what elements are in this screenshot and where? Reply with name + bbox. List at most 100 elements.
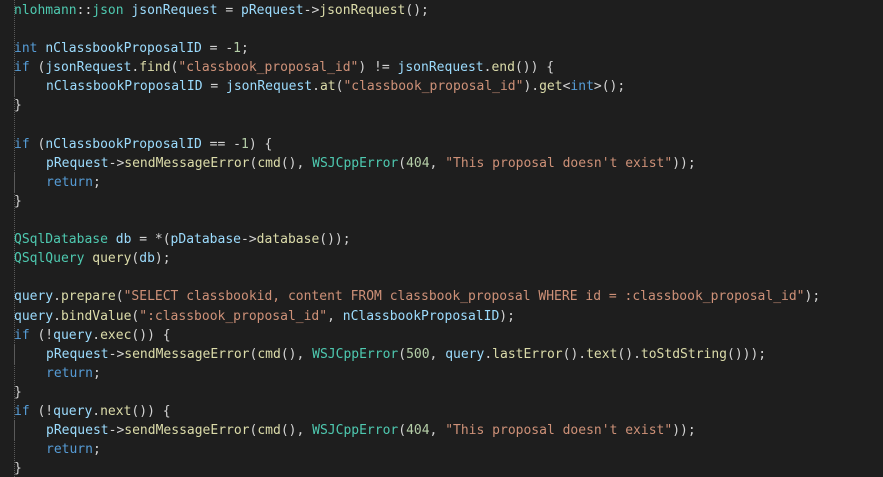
- code-line[interactable]: [14, 268, 883, 287]
- punctuation-token: = *(: [131, 232, 171, 248]
- code-line[interactable]: return;: [14, 440, 883, 460]
- identifier-token: pRequest: [46, 423, 109, 439]
- function-token: cmd: [257, 155, 281, 171]
- function-token: toStdString: [640, 346, 727, 362]
- identifier-token: nClassbookProposalID: [46, 79, 203, 95]
- punctuation-token: ,: [429, 346, 446, 362]
- punctuation-token: .: [53, 289, 61, 305]
- punctuation-token: ();: [405, 3, 429, 18]
- punctuation-token: ) {: [248, 136, 273, 152]
- identifier-token: nClassbookProposalID: [45, 41, 202, 57]
- punctuation-token: (: [29, 60, 46, 76]
- function-token: at: [319, 79, 336, 95]
- function-token: query: [92, 251, 132, 267]
- keyword-token: if: [14, 60, 30, 76]
- code-line[interactable]: if (!query.next()) {: [14, 402, 883, 421]
- keyword-token: int: [570, 79, 594, 95]
- punctuation-token: }: [14, 193, 22, 209]
- identifier-token: jsonRequest: [45, 60, 132, 76]
- code-line[interactable]: pRequest->sendMessageError (cmd(), WSJCpp…: [14, 344, 883, 364]
- punctuation-token: }: [14, 384, 22, 400]
- string-token: "SELECT classbookid, content FROM classb…: [123, 289, 805, 305]
- indent-marker: [14, 77, 46, 97]
- string-token: "classbook_proposal_id": [178, 60, 359, 76]
- type-token: QSqlDatabase: [14, 232, 108, 248]
- indent-marker: [14, 421, 46, 441]
- code-line[interactable]: if (!query.exec()) {: [14, 326, 883, 345]
- punctuation-token: .: [92, 403, 101, 419]
- function-token: end: [491, 60, 515, 76]
- punctuation-token: ->: [108, 423, 125, 439]
- code-line[interactable]: }: [14, 192, 883, 211]
- code-line[interactable]: int nClassbookProposalID = -1;: [14, 39, 883, 58]
- punctuation-token: ,: [429, 155, 446, 171]
- indent-marker: [14, 153, 46, 173]
- punctuation-token: ;: [92, 174, 101, 190]
- code-line[interactable]: query.bindValue(":classbook_proposal_id"…: [14, 307, 883, 326]
- code-line[interactable]: }: [14, 96, 883, 115]
- string-token: "This proposal doesn't exist": [445, 423, 673, 439]
- punctuation-token: .: [53, 308, 61, 324]
- punctuation-token: (),: [280, 346, 313, 362]
- code-line[interactable]: }: [14, 459, 883, 477]
- punctuation-token: ).: [523, 79, 540, 95]
- punctuation-token: (: [398, 423, 407, 439]
- punctuation-token: [108, 232, 116, 247]
- punctuation-token: (!: [29, 327, 54, 343]
- string-token: ":classbook_proposal_id": [139, 308, 328, 324]
- punctuation-token: .: [92, 327, 101, 343]
- identifier-token: query: [14, 308, 54, 324]
- keyword-token: if: [14, 403, 30, 419]
- code-line[interactable]: QSqlDatabase db = *(pDatabase->database(…: [14, 230, 883, 249]
- function-token: exec: [100, 327, 132, 343]
- identifier-token: nClassbookProposalID: [45, 136, 202, 152]
- identifier-token: query: [14, 289, 54, 305]
- identifier-token: jsonRequest: [397, 60, 484, 76]
- code-line[interactable]: }: [14, 383, 883, 402]
- function-token: sendMessageError: [124, 346, 250, 362]
- code-line[interactable]: pRequest->sendMessageError (cmd(), WSJCpp…: [14, 153, 883, 173]
- code-line[interactable]: if (nClassbookProposalID == -1) {: [14, 135, 883, 154]
- keyword-token: return: [46, 365, 93, 381]
- code-line[interactable]: QSqlQuery query(db);: [14, 249, 883, 268]
- punctuation-token: (: [115, 289, 124, 305]
- punctuation-token: ->: [108, 155, 125, 171]
- punctuation-token: =: [217, 3, 241, 18]
- code-line[interactable]: [14, 211, 883, 230]
- code-editor[interactable]: nlohmann::json jsonRequest = pRequest->j…: [0, 0, 883, 477]
- code-line[interactable]: nClassbookProposalID = jsonRequest.at("c…: [14, 77, 883, 97]
- function-token: sendMessageError: [124, 423, 250, 439]
- code-line[interactable]: pRequest->sendMessageError (cmd(), WSJCpp…: [14, 421, 883, 441]
- indent-marker: [14, 172, 46, 193]
- keyword-token: int: [14, 41, 38, 57]
- punctuation-token: );: [154, 251, 171, 267]
- code-line[interactable]: if (jsonRequest.find("classbook_proposal…: [14, 58, 883, 77]
- type-token: json: [92, 3, 124, 18]
- code-line[interactable]: return;: [14, 363, 883, 383]
- class-token: WSJCppError: [312, 423, 399, 439]
- punctuation-token: ));: [672, 155, 696, 171]
- indent-marker: [14, 440, 46, 460]
- function-token: cmd: [257, 346, 281, 362]
- type-token: QSqlQuery: [14, 251, 85, 267]
- identifier-token: db: [115, 232, 132, 248]
- number-token: 404: [406, 155, 430, 171]
- punctuation-token: ->: [303, 3, 320, 18]
- punctuation-token: = -: [201, 41, 234, 57]
- namespace-token: nlohmann: [14, 3, 77, 18]
- code-line[interactable]: [14, 20, 883, 39]
- number-token: 1: [233, 41, 241, 57]
- punctuation-token: ;: [241, 41, 249, 57]
- punctuation-token: (: [398, 346, 407, 362]
- punctuation-token: ,: [327, 308, 343, 324]
- code-line[interactable]: [14, 116, 883, 135]
- function-token: find: [139, 60, 171, 76]
- keyword-token: if: [14, 136, 30, 152]
- punctuation-token: (),: [280, 155, 313, 171]
- code-area[interactable]: nlohmann::json jsonRequest = pRequest->j…: [14, 1, 883, 477]
- code-line[interactable]: query.prepare("SELECT classbookid, conte…: [14, 287, 883, 306]
- string-token: "classbook_proposal_id": [343, 79, 524, 95]
- code-line[interactable]: nlohmann::json jsonRequest = pRequest->j…: [14, 1, 883, 20]
- identifier-token: db: [139, 251, 155, 267]
- code-line[interactable]: return;: [14, 172, 883, 193]
